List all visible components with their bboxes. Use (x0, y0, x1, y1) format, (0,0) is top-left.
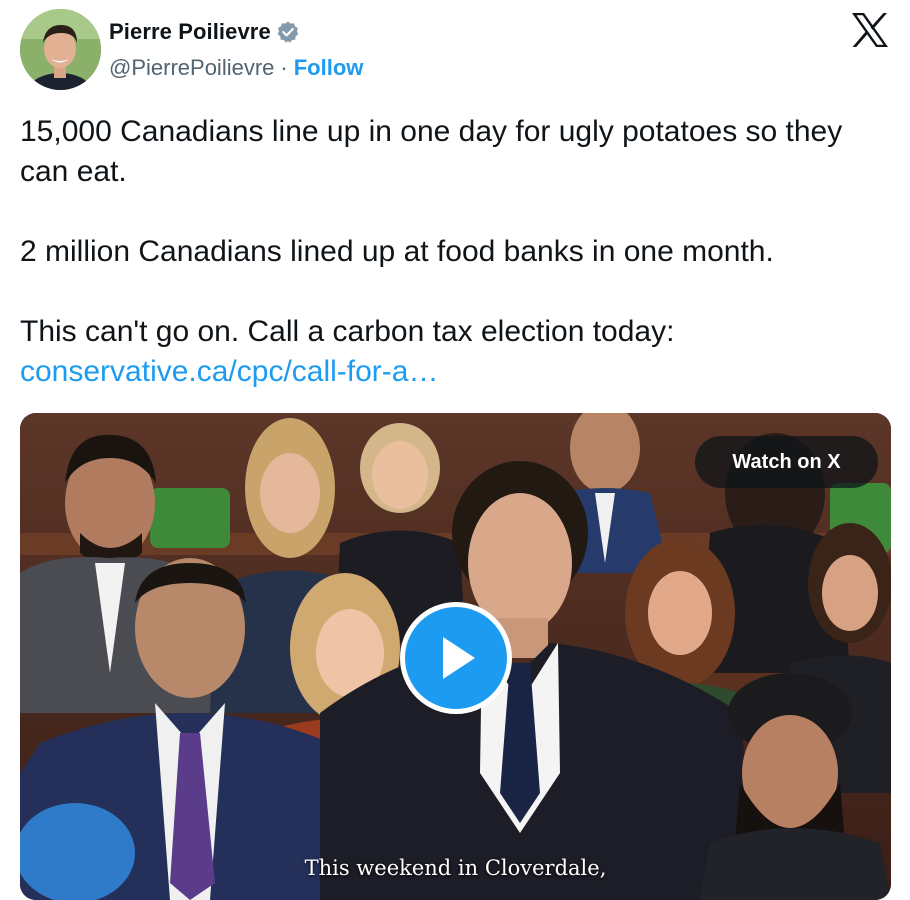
play-button[interactable] (400, 602, 512, 714)
separator-dot: · (280, 55, 288, 80)
watch-on-x-button[interactable]: Watch on X (695, 436, 878, 488)
author-handle[interactable]: @PierrePoilievre (109, 55, 274, 81)
follow-button[interactable]: Follow (294, 55, 364, 81)
tweet-paragraph: 15,000 Canadians line up in one day for … (20, 115, 843, 188)
video-caption: This weekend in Cloverdale, (304, 856, 607, 880)
verified-badge-icon (276, 20, 300, 44)
avatar[interactable] (20, 9, 101, 90)
author-handle-row: @PierrePoilievre · Follow (109, 55, 363, 81)
tweet-text: 15,000 Canadians line up in one day for … (20, 112, 890, 392)
x-logo-icon[interactable] (850, 12, 890, 48)
author-display-name[interactable]: Pierre Poilievre (109, 19, 271, 45)
author-name-row: Pierre Poilievre (109, 17, 300, 47)
tweet-link[interactable]: conservative.ca/cpc/call-for-a… (20, 355, 438, 388)
tweet-paragraph: This can't go on. Call a carbon tax elec… (20, 315, 675, 348)
video-player[interactable]: Watch on X This weekend in Cloverdale, (20, 413, 891, 900)
play-icon (443, 637, 475, 679)
avatar-photo (20, 9, 101, 90)
tweet-paragraph: 2 million Canadians lined up at food ban… (20, 235, 774, 268)
